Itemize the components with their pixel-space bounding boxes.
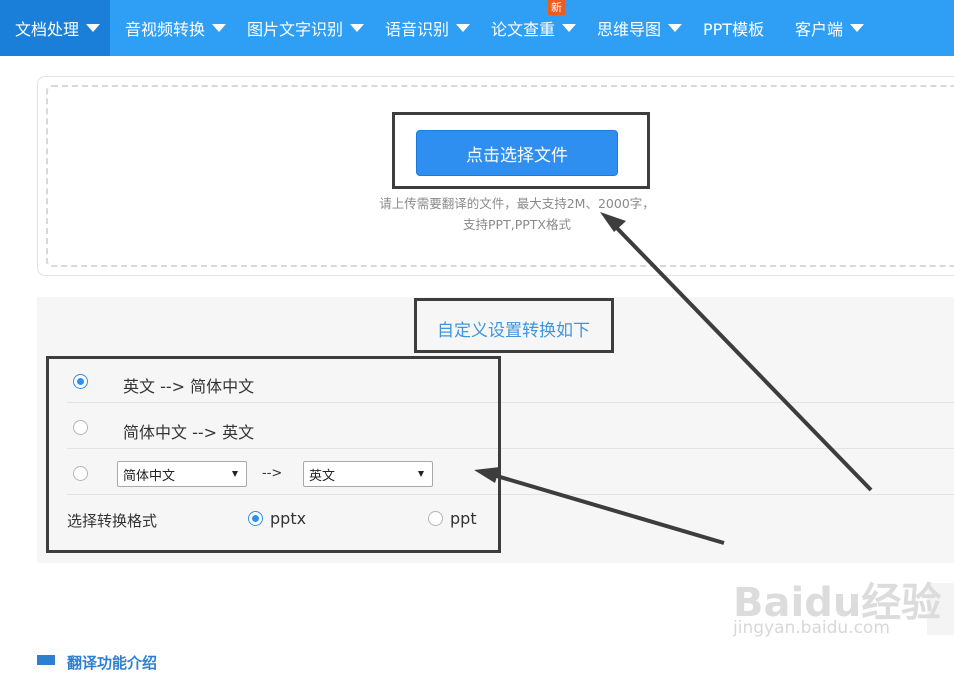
section-icon [37, 655, 55, 665]
nav-item-label: 文档处理 [15, 20, 80, 39]
upload-hint-line1: 请上传需要翻译的文件，最大支持2M、2000字， [379, 196, 655, 211]
chevron-down-icon [456, 24, 471, 32]
nav-item-label: 思维导图 [597, 20, 662, 39]
chevron-down-icon [668, 24, 683, 32]
nav-item-av-convert[interactable]: 音视频转换 [110, 0, 232, 56]
chevron-down-icon [850, 24, 865, 32]
settings-title: 自定义设置转换如下 [437, 321, 590, 341]
select-file-button[interactable]: 点击选择文件 [416, 130, 618, 176]
baidu-watermark-url: jingyan.baidu.com [733, 618, 890, 638]
nav-item-label: PPT模板 [703, 20, 765, 39]
nav-item-image-ocr[interactable]: 图片文字识别 [232, 0, 370, 56]
chevron-down-icon [212, 24, 227, 32]
upload-hint-line2: 支持PPT,PPTX格式 [463, 217, 571, 232]
nav-item-mindmap[interactable]: 思维导图 [582, 0, 688, 56]
nav-item-label: 语音识别 [385, 20, 450, 39]
chevron-down-icon [86, 24, 101, 32]
nav-item-plagiarism[interactable]: 论文查重 新 [476, 0, 582, 56]
nav-item-label: 图片文字识别 [247, 20, 344, 39]
nav-item-speech[interactable]: 语音识别 [370, 0, 476, 56]
nav-item-label: 论文查重 [491, 20, 556, 39]
nav-item-ppt-template[interactable]: PPT模板 [688, 0, 780, 56]
annotation-highlight-options [46, 356, 501, 553]
section-title: 翻译功能介绍 [67, 654, 158, 672]
nav-item-label: 音视频转换 [125, 20, 206, 39]
nav-item-label: 客户端 [795, 20, 844, 39]
top-navbar: 文档处理 音视频转换 图片文字识别 语音识别 论文查重 新 思维导图 PPT模板… [0, 0, 954, 56]
nav-item-client[interactable]: 客户端 [780, 0, 870, 56]
chevron-down-icon [350, 24, 365, 32]
chevron-down-icon [562, 24, 577, 32]
new-badge: 新 [548, 0, 565, 15]
nav-item-document[interactable]: 文档处理 [0, 0, 110, 56]
